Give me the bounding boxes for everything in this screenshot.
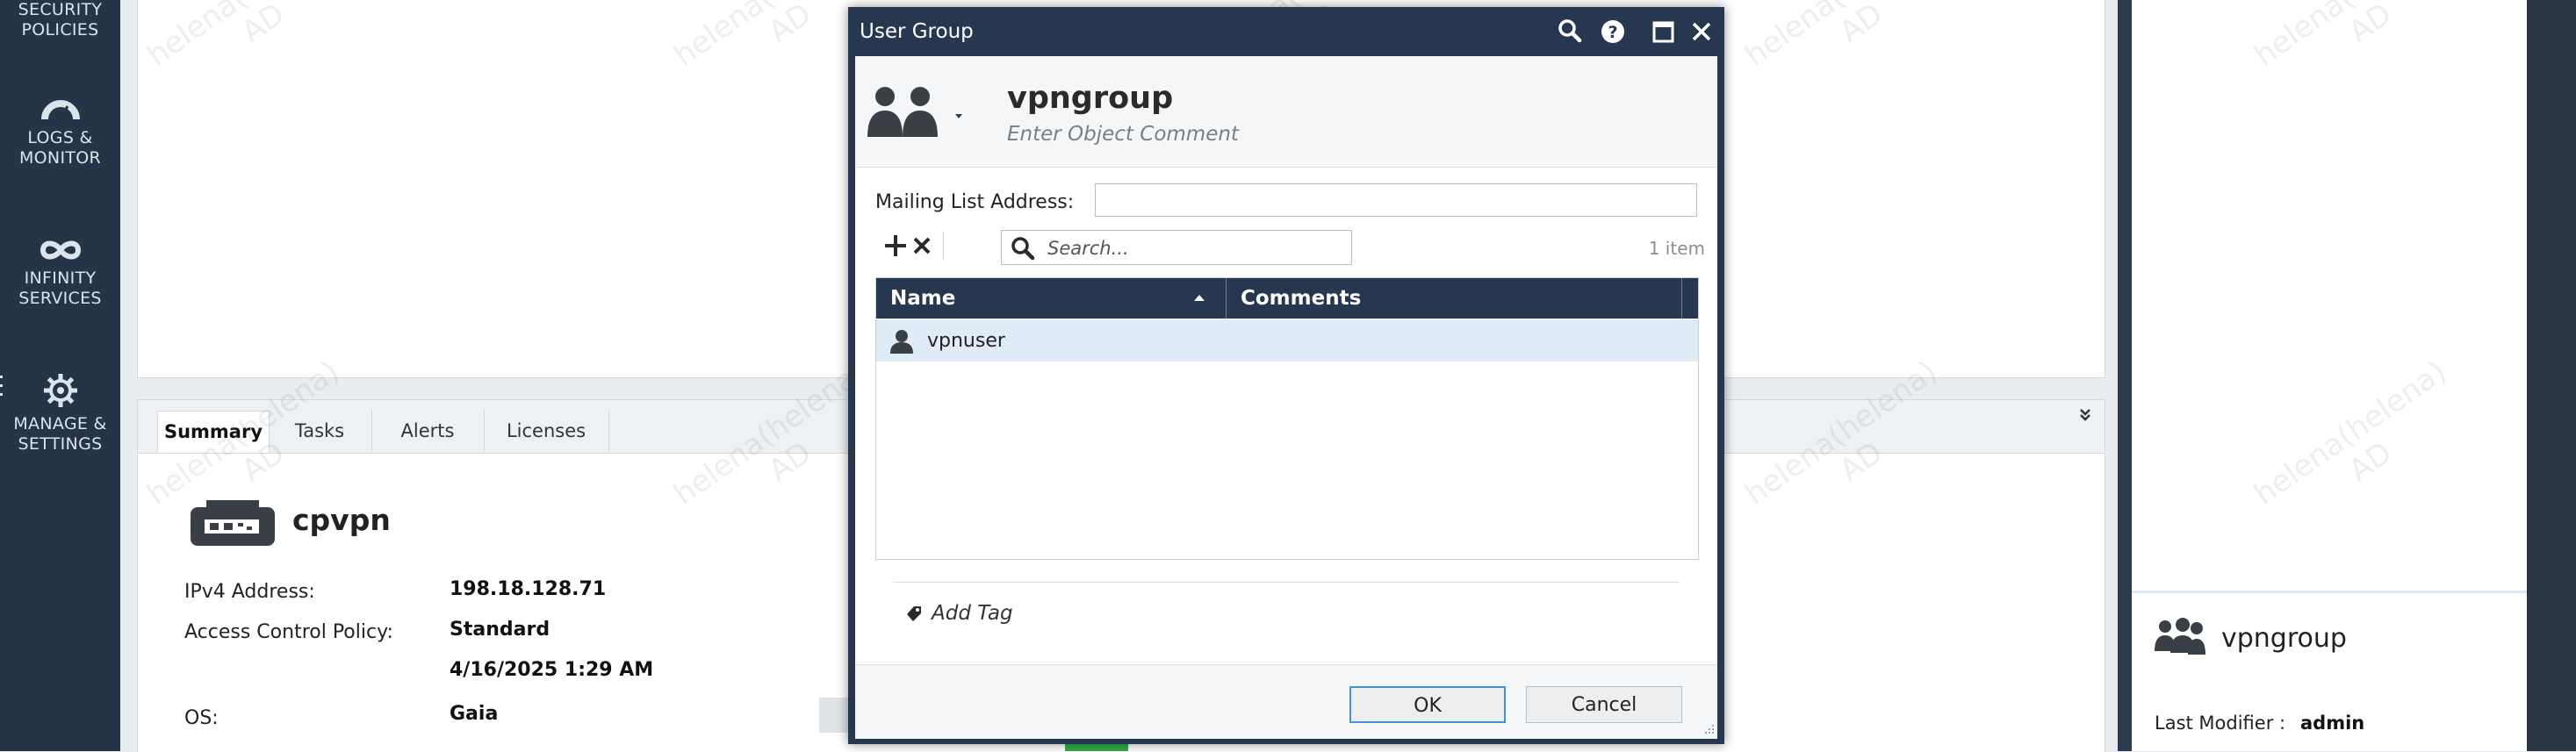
- mailing-list-input[interactable]: [1095, 183, 1697, 217]
- svg-text:?: ?: [1608, 23, 1617, 42]
- object-details-panel: vpngroup Last Modifier : admin: [2132, 0, 2527, 751]
- user-icon: [890, 330, 913, 354]
- tab-summary[interactable]: Summary: [157, 411, 270, 453]
- group-type-icon[interactable]: [866, 82, 971, 144]
- tab-alerts[interactable]: Alerts: [371, 411, 485, 451]
- search-icon[interactable]: [1554, 16, 1586, 47]
- access-policy-label: Access Control Policy:: [184, 621, 393, 643]
- search-icon: [1011, 237, 1035, 261]
- right-window-edge: [2527, 0, 2576, 751]
- nav-security-policies-label: SECURITY POLICIES: [18, 0, 103, 39]
- members-table: Name Comments vpnuser: [875, 277, 1699, 560]
- tag-icon: [907, 606, 921, 621]
- member-name: vpnuser: [927, 330, 1005, 352]
- details-separator: [2132, 591, 2527, 593]
- ok-button[interactable]: OK: [1349, 686, 1506, 723]
- right-panel-splitter[interactable]: [2118, 0, 2132, 751]
- remove-member-icon[interactable]: [904, 228, 939, 263]
- resize-grip-icon[interactable]: [1700, 721, 1716, 737]
- status-indicator-icon: [1065, 744, 1128, 751]
- gear-icon: [43, 374, 77, 407]
- maximize-icon[interactable]: [1647, 16, 1679, 47]
- add-tag-link[interactable]: Add Tag: [932, 602, 1013, 625]
- item-count: 1 item: [1648, 238, 1705, 259]
- group-icon: [2155, 618, 2205, 655]
- members-table-header: Name Comments: [876, 278, 1698, 319]
- object-name[interactable]: vpngroup: [1007, 81, 1173, 116]
- left-navigation: SECURITY POLICIES LOGS & MONITOR INFINIT…: [0, 0, 120, 751]
- column-divider[interactable]: [1226, 278, 1227, 319]
- nav-security-policies[interactable]: SECURITY POLICIES: [0, 0, 120, 40]
- last-modifier-value: admin: [2300, 713, 2365, 734]
- tab-tasks[interactable]: Tasks: [268, 411, 372, 451]
- table-row[interactable]: vpnuser: [876, 319, 1698, 362]
- dialog-title: User Group: [860, 20, 974, 43]
- nav-manage-settings[interactable]: MANAGE & SETTINGS: [0, 372, 120, 455]
- os-value: Gaia: [450, 703, 499, 725]
- tab-licenses[interactable]: Licenses: [484, 411, 609, 451]
- gateway-device-icon: [191, 500, 275, 546]
- cancel-button[interactable]: Cancel: [1526, 686, 1682, 723]
- expand-handle-icon[interactable]: [0, 376, 4, 405]
- column-divider[interactable]: [1681, 278, 1682, 319]
- access-policy-value[interactable]: Standard: [450, 619, 550, 641]
- last-modifier-label: Last Modifier :: [2155, 713, 2286, 734]
- nav-logs-monitor[interactable]: LOGS & MONITOR: [0, 95, 120, 168]
- mailing-list-label: Mailing List Address:: [875, 191, 1075, 213]
- sort-ascending-icon[interactable]: [1192, 292, 1206, 303]
- os-label: OS:: [184, 707, 219, 729]
- infinity-icon: [40, 240, 81, 260]
- ipv4-value: 198.18.128.71: [450, 578, 607, 600]
- dialog-header: vpngroup Enter Object Comment: [855, 56, 1717, 168]
- member-search-input[interactable]: [1046, 233, 1348, 263]
- user-group-dialog: User Group ? vpngroup Enter Object Comme…: [848, 7, 1724, 744]
- toolbar-separator: [943, 232, 944, 260]
- object-comment[interactable]: Enter Object Comment: [1007, 123, 1239, 146]
- nav-infinity-services-label: INFINITY SERVICES: [18, 269, 102, 308]
- member-search-box[interactable]: [1001, 230, 1352, 265]
- column-header-name[interactable]: Name: [890, 287, 955, 310]
- close-icon[interactable]: [1686, 16, 1717, 47]
- help-icon[interactable]: ?: [1597, 16, 1629, 47]
- collapse-panel-icon[interactable]: [2076, 405, 2094, 423]
- nav-logs-monitor-label: LOGS & MONITOR: [18, 128, 102, 168]
- details-object-name: vpngroup: [2221, 623, 2347, 654]
- gauge-icon: [40, 100, 80, 120]
- install-date-value: 4/16/2025 1:29 AM: [450, 659, 654, 681]
- nav-infinity-services[interactable]: INFINITY SERVICES: [0, 237, 120, 309]
- column-header-comments[interactable]: Comments: [1241, 287, 1361, 310]
- gateway-name: cpvpn: [292, 503, 391, 537]
- dialog-body: vpngroup Enter Object Comment Mailing Li…: [855, 56, 1717, 739]
- dialog-footer: OK Cancel: [855, 664, 1717, 739]
- ipv4-label: IPv4 Address:: [184, 581, 315, 603]
- nav-manage-settings-label: MANAGE & SETTINGS: [13, 414, 107, 454]
- tags-separator: [893, 582, 1680, 583]
